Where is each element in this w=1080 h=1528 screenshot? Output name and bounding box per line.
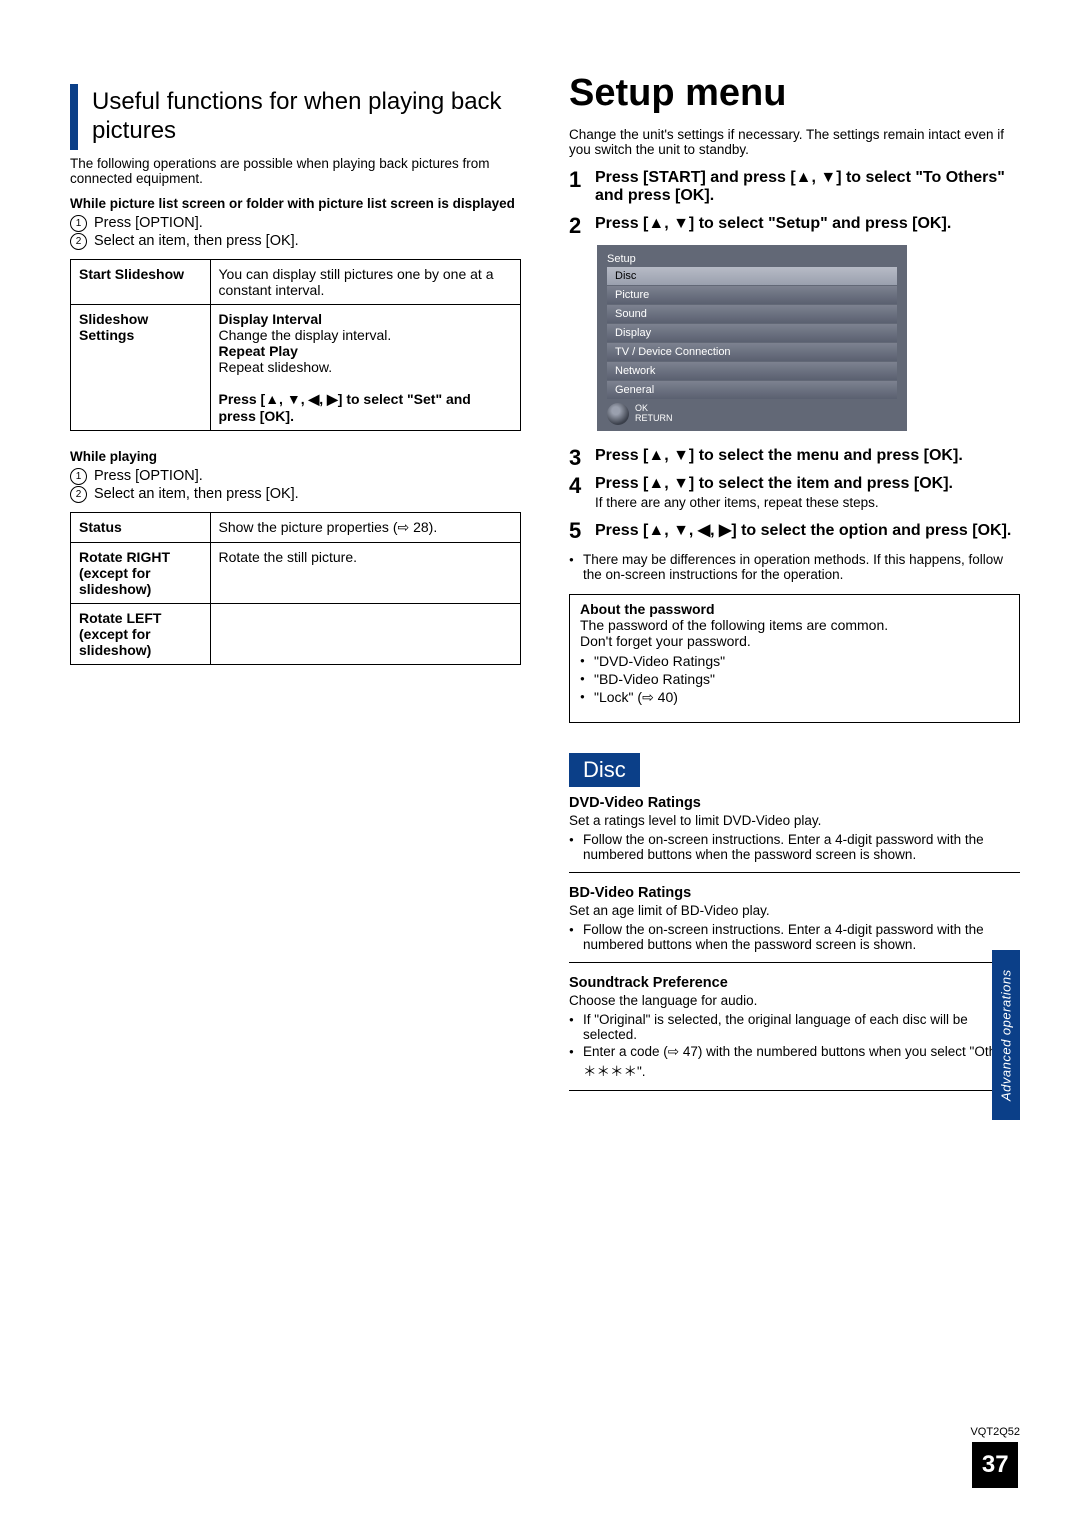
setup-intro: Change the unit's settings if necessary.… xyxy=(569,127,1020,157)
setup-menu-item: Disc xyxy=(607,267,897,285)
password-title: About the password xyxy=(580,601,1009,617)
page-footer: VQT2Q52 37 xyxy=(970,1426,1020,1488)
table2-d0: Show the picture properties (⇨ 28). xyxy=(210,512,521,542)
disc-section-title: DVD-Video Ratings xyxy=(569,795,1020,811)
remote-dpad-icon xyxy=(607,403,629,425)
disc-heading: Disc xyxy=(569,753,640,787)
side-tab-advanced: Advanced operations xyxy=(992,950,1020,1120)
disc-section-bullet: Follow the on-screen instructions. Enter… xyxy=(569,832,1020,862)
steps-a: 1Press [START] and press [▲, ▼] to selec… xyxy=(569,169,1020,233)
remote-labels: OKRETURN xyxy=(635,404,673,424)
left-heading: Useful functions for when playing back p… xyxy=(70,84,521,150)
table1-h1: Slideshow Settings xyxy=(71,304,211,430)
page-number: 37 xyxy=(972,1442,1018,1488)
steps-b: 3Press [▲, ▼] to select the menu and pre… xyxy=(569,447,1020,540)
sub1-item: Press [OPTION]. xyxy=(94,215,203,231)
op-note: There may be differences in operation me… xyxy=(569,552,1020,582)
disc-section-title: Soundtrack Preference xyxy=(569,975,1020,991)
table1: Start Slideshow You can display still pi… xyxy=(70,259,521,431)
left-intro: The following operations are possible wh… xyxy=(70,156,521,186)
setup-screenshot: Setup DiscPictureSoundDisplayTV / Device… xyxy=(597,245,907,431)
sub1-list: 1Press [OPTION]. 2Select an item, then p… xyxy=(70,215,521,249)
sub2-item: Select an item, then press [OK]. xyxy=(94,486,299,502)
setup-menu-item: Sound xyxy=(607,305,897,323)
table2: Status Show the picture properties (⇨ 28… xyxy=(70,512,521,665)
disc-section-title: BD-Video Ratings xyxy=(569,885,1020,901)
setup-menu-item: Network xyxy=(607,362,897,380)
disc-section-bullet: Follow the on-screen instructions. Enter… xyxy=(569,922,1020,952)
setup-menu-list: DiscPictureSoundDisplayTV / Device Conne… xyxy=(607,267,897,399)
sub2-title: While playing xyxy=(70,449,521,464)
sub1-item: Select an item, then press [OK]. xyxy=(94,233,299,249)
table2-h2: Rotate LEFT (except for slideshow) xyxy=(71,603,211,664)
setup-menu-item: General xyxy=(607,381,897,399)
setup-menu-item: Picture xyxy=(607,286,897,304)
setup-screen-title: Setup xyxy=(607,253,897,265)
setup-menu-item: Display xyxy=(607,324,897,342)
setup-menu-item: TV / Device Connection xyxy=(607,343,897,361)
table1-h0: Start Slideshow xyxy=(71,259,211,304)
table2-h0: Status xyxy=(71,512,211,542)
setup-menu-heading: Setup menu xyxy=(569,72,1020,115)
password-box: About the password The password of the f… xyxy=(569,594,1020,723)
sub2-item: Press [OPTION]. xyxy=(94,468,203,484)
table1-d0: You can display still pictures one by on… xyxy=(210,259,521,304)
table2-d1: Rotate the still picture. xyxy=(210,542,521,603)
table2-h1: Rotate RIGHT (except for slideshow) xyxy=(71,542,211,603)
disc-section-line: Choose the language for audio. xyxy=(569,993,1020,1008)
disc-section-line: Set a ratings level to limit DVD-Video p… xyxy=(569,813,1020,828)
table2-d2 xyxy=(210,603,521,664)
disc-section-bullet: Enter a code (⇨ 47) with the numbered bu… xyxy=(569,1044,1020,1080)
doc-code: VQT2Q52 xyxy=(970,1426,1020,1438)
sub1-title: While picture list screen or folder with… xyxy=(70,196,521,211)
disc-section-line: Set an age limit of BD-Video play. xyxy=(569,903,1020,918)
sub2-list: 1Press [OPTION]. 2Select an item, then p… xyxy=(70,468,521,502)
table1-d1: Display IntervalChange the display inter… xyxy=(210,304,521,430)
disc-section-bullet: If "Original" is selected, the original … xyxy=(569,1012,1020,1042)
